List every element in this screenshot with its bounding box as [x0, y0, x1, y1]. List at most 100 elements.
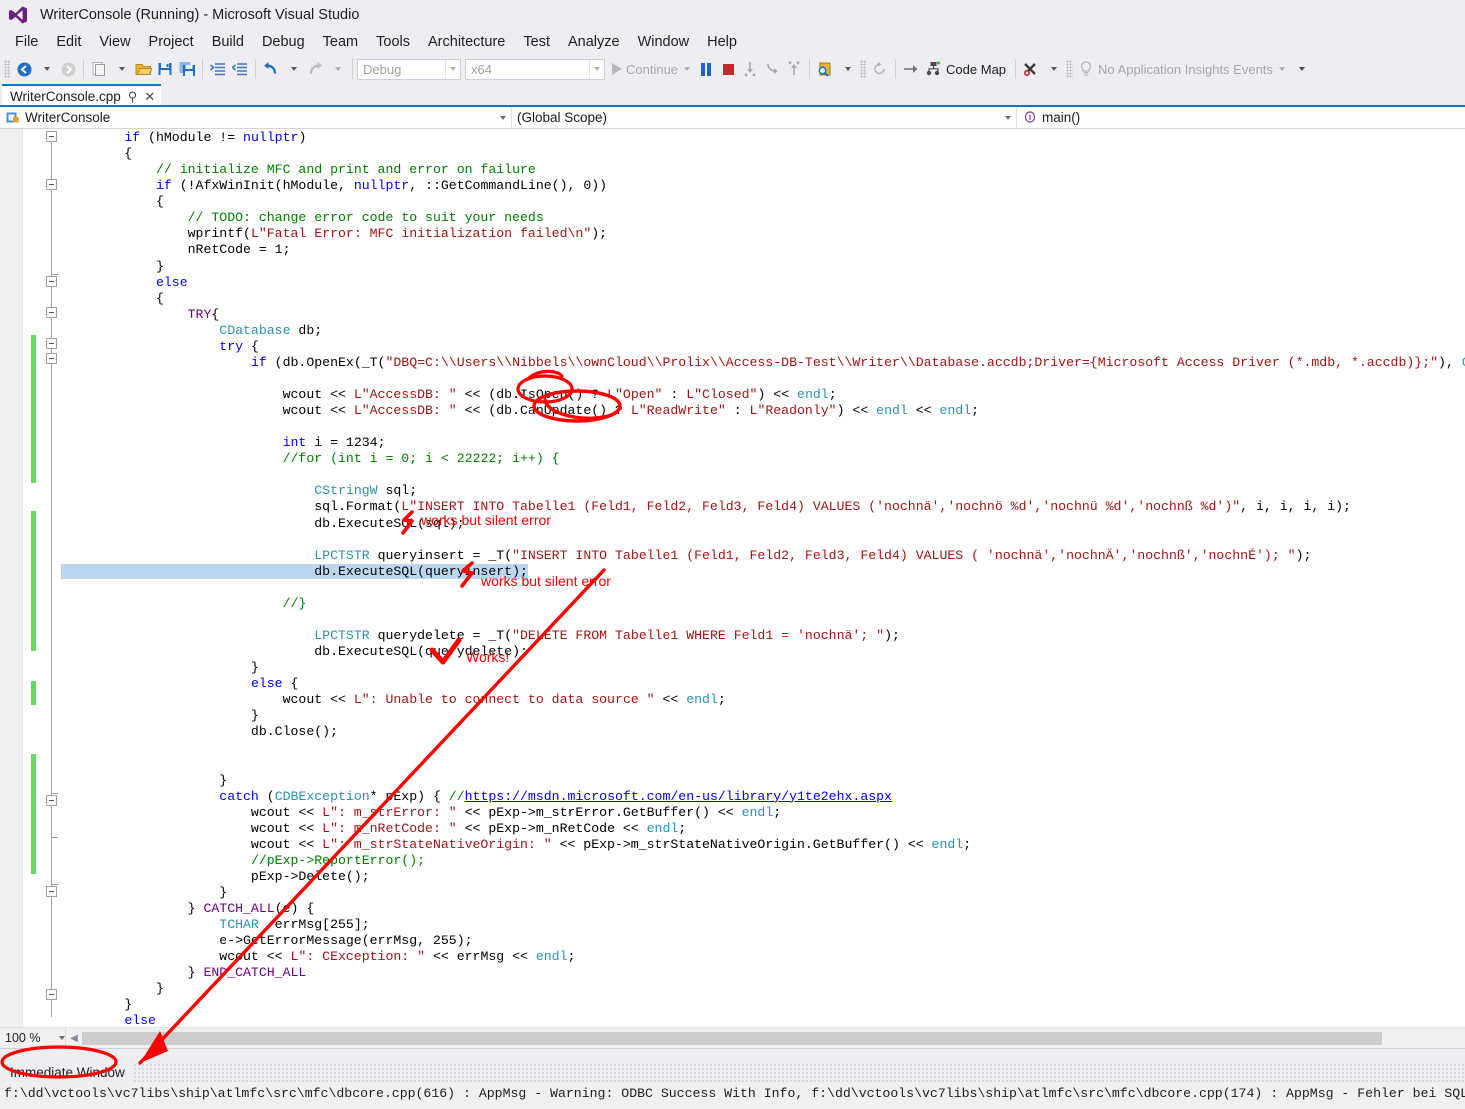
menu-edit[interactable]: Edit	[47, 32, 90, 52]
code-token: "INSERT INTO Tabelle1 (Feld1, Feld2, Fel…	[512, 547, 1296, 563]
menu-build[interactable]: Build	[203, 32, 253, 52]
find-in-files-button[interactable]	[814, 57, 836, 81]
code-token: );	[591, 226, 608, 242]
menu-team[interactable]: Team	[314, 32, 367, 52]
menu-tools[interactable]: Tools	[367, 32, 419, 52]
undo-button[interactable]	[260, 57, 282, 81]
step-into-button[interactable]	[761, 57, 783, 81]
code-token: LPCTSTR	[314, 547, 370, 563]
navigate-forward-button[interactable]	[57, 57, 79, 81]
outline-tick	[51, 884, 58, 885]
menu-analyze[interactable]: Analyze	[559, 32, 629, 52]
code-line: {	[61, 194, 1465, 210]
menu-architecture[interactable]: Architecture	[419, 32, 514, 52]
menu-file[interactable]: File	[6, 32, 47, 52]
breakpoints-button[interactable]	[1020, 57, 1042, 81]
code-line: wcout << L": m_strStateNativeOrigin: " <…	[61, 837, 1465, 853]
code-token: L": m_nRetCode: "	[322, 820, 457, 836]
new-item-button[interactable]	[88, 57, 110, 81]
menu-project[interactable]: Project	[140, 32, 203, 52]
panel-splitter[interactable]	[0, 1049, 1465, 1061]
close-icon[interactable]: ✕	[144, 90, 155, 103]
outline-collapse-box[interactable]	[46, 179, 57, 190]
refresh-button[interactable]	[869, 57, 891, 81]
navbar-project-combo[interactable]: WriterConsole	[0, 107, 512, 128]
stop-debugging-button[interactable]	[717, 57, 739, 81]
menu-window[interactable]: Window	[629, 32, 699, 52]
toolbar-separator-7	[1015, 59, 1017, 79]
arrow-right-button[interactable]	[900, 57, 922, 81]
code-token: }	[61, 965, 204, 981]
outline-collapse-box[interactable]	[46, 795, 57, 806]
break-all-button[interactable]	[695, 57, 717, 81]
pin-icon[interactable]: ⚲	[128, 90, 138, 103]
comment-selection-button[interactable]	[207, 57, 229, 81]
tab-immediate-window[interactable]: Immediate Window	[2, 1062, 133, 1082]
code-map-icon	[926, 61, 941, 76]
code-token: db.ExecuteSQL(sql);	[61, 515, 465, 531]
application-insights-icon	[1080, 61, 1092, 76]
change-marker	[31, 511, 36, 651]
breakpoints-dropdown[interactable]	[1042, 57, 1064, 81]
toolbar-grip-2[interactable]	[860, 60, 868, 78]
code-line: }	[61, 708, 1465, 724]
code-text-area[interactable]: if (hModule != nullptr) { // initialize …	[61, 129, 1465, 1027]
code-token: sql;	[377, 483, 418, 499]
toolbar-overflow-button[interactable]	[1290, 57, 1312, 81]
outline-collapse-box[interactable]	[46, 353, 57, 364]
continue-button[interactable]: Continue	[609, 57, 695, 81]
new-item-dropdown[interactable]	[110, 57, 132, 81]
solution-configuration-combo[interactable]: Debug	[357, 58, 461, 80]
save-button[interactable]	[154, 57, 176, 81]
outline-collapse-box[interactable]	[46, 989, 57, 1000]
outline-collapse-box[interactable]	[46, 131, 57, 142]
uncomment-selection-button[interactable]	[229, 57, 251, 81]
navigate-back-dropdown[interactable]	[35, 57, 57, 81]
tab-writerconsole-cpp[interactable]: WriterConsole.cpp ⚲ ✕	[2, 84, 162, 107]
code-token: ),	[1438, 354, 1462, 370]
step-over-button[interactable]	[739, 57, 761, 81]
menu-debug[interactable]: Debug	[253, 32, 314, 52]
chevron-down-icon	[1000, 115, 1014, 120]
code-token: //for (int i = 0; i < 22222; i++) {	[282, 451, 560, 467]
solution-platform-combo[interactable]: x64	[465, 58, 605, 80]
immediate-window-body[interactable]: f:\dd\vctools\vc7libs\ship\atlmfc\src\mf…	[0, 1082, 1465, 1109]
code-editor[interactable]: if (hModule != nullptr) { // initialize …	[0, 129, 1465, 1027]
undo-dropdown[interactable]	[282, 57, 304, 81]
navbar-scope-combo[interactable]: (Global Scope)	[512, 107, 1017, 128]
menu-view[interactable]: View	[90, 32, 139, 52]
toolbar-grip[interactable]	[4, 60, 11, 78]
find-dropdown[interactable]	[836, 57, 858, 81]
navigate-back-button[interactable]	[13, 57, 35, 81]
immediate-window-output: f:\dd\vctools\vc7libs\ship\atlmfc\src\mf…	[4, 1086, 1465, 1101]
open-file-button[interactable]	[132, 57, 154, 81]
redo-button[interactable]	[304, 57, 326, 81]
redo-dropdown[interactable]	[326, 57, 348, 81]
toolbar-grip-3[interactable]	[1066, 60, 1074, 78]
scroll-thumb[interactable]	[82, 1031, 1382, 1045]
outline-collapse-box[interactable]	[46, 307, 57, 318]
editor-horizontal-scrollbar[interactable]: ◀	[66, 1029, 1465, 1047]
editor-zoom-combo[interactable]: 100 %	[0, 1028, 66, 1048]
breakpoint-margin[interactable]	[0, 129, 23, 1027]
menu-test[interactable]: Test	[514, 32, 559, 52]
scroll-track[interactable]	[82, 1029, 1465, 1047]
visual-studio-window: WriterConsole (Running) - Microsoft Visu…	[0, 0, 1465, 1109]
outline-collapse-box[interactable]	[46, 886, 57, 897]
step-out-button[interactable]	[783, 57, 805, 81]
navbar-function-combo[interactable]: main()	[1017, 107, 1465, 128]
code-map-button[interactable]: Code Map	[922, 57, 1011, 81]
code-token: , ::GetCommandLine(), 0))	[409, 178, 608, 194]
code-token: L"Fatal Error: MFC initialization failed…	[250, 226, 592, 242]
menu-help[interactable]: Help	[698, 32, 746, 52]
code-line: }	[61, 773, 1465, 789]
scroll-left-arrow[interactable]: ◀	[66, 1030, 82, 1047]
code-token: ;	[971, 403, 980, 419]
application-insights-button[interactable]: No Application Insights Events	[1075, 57, 1290, 81]
code-token: << (db.CanUpdate() ?	[456, 403, 631, 419]
outline-collapse-box[interactable]	[46, 338, 57, 349]
outlining-margin[interactable]	[43, 129, 61, 1027]
save-all-button[interactable]	[176, 57, 198, 81]
outline-collapse-box[interactable]	[46, 276, 57, 287]
